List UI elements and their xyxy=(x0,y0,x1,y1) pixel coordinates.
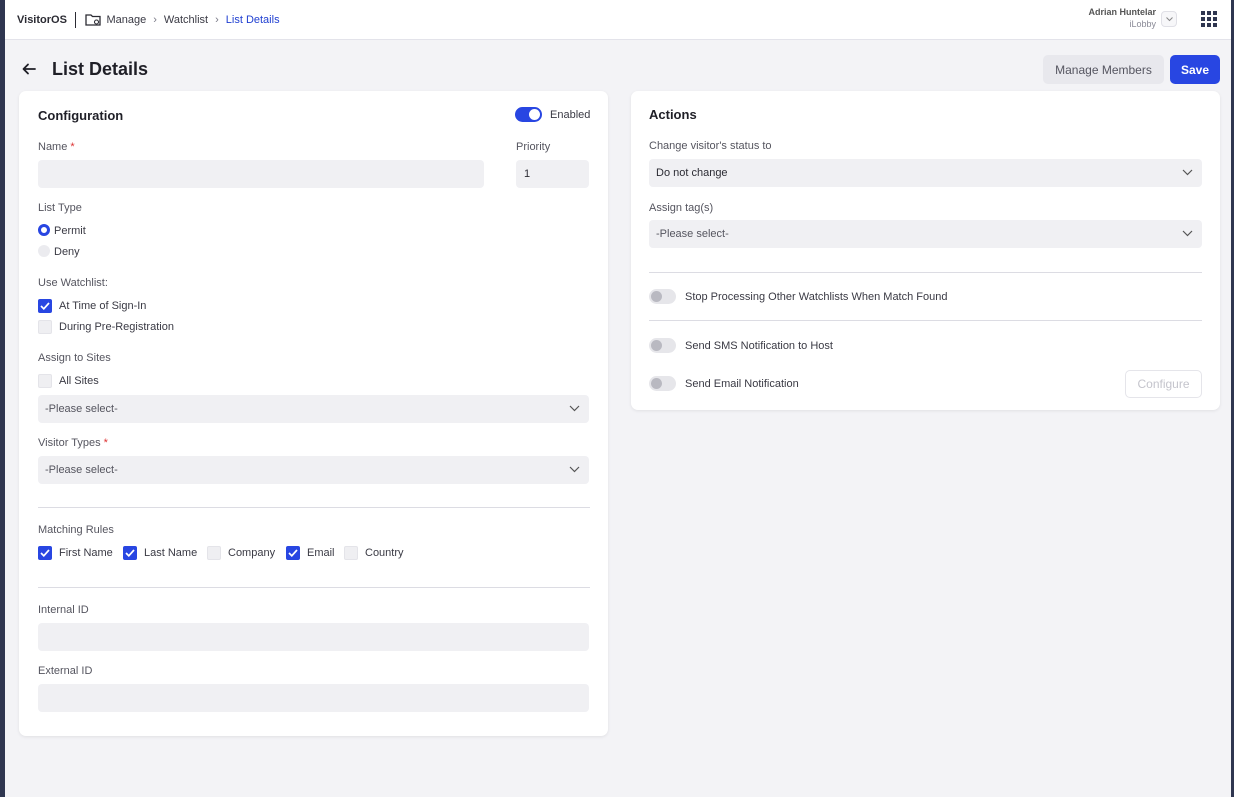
stop-processing-label: Stop Processing Other Watchlists When Ma… xyxy=(685,291,948,303)
company-checkbox[interactable] xyxy=(207,546,221,560)
check-icon xyxy=(40,302,50,310)
user-info[interactable]: Adrian Huntelar iLobby xyxy=(1088,7,1156,29)
visitor-types-select-value: -Please select- xyxy=(45,464,118,476)
breadcrumb-watchlist[interactable]: Watchlist xyxy=(164,14,208,26)
manage-members-button[interactable]: Manage Members xyxy=(1043,55,1164,84)
assign-sites-label: Assign to Sites xyxy=(38,352,111,364)
email-checkbox[interactable] xyxy=(286,546,300,560)
sites-select-value: -Please select- xyxy=(45,403,118,415)
external-id-label: External ID xyxy=(38,665,93,677)
chevron-down-icon xyxy=(569,405,580,412)
chevron-down-icon xyxy=(569,466,580,473)
enabled-label: Enabled xyxy=(550,109,591,121)
sms-notification-toggle[interactable] xyxy=(649,338,676,353)
pre-registration-label: During Pre-Registration xyxy=(59,321,174,333)
actions-title: Actions xyxy=(649,107,697,122)
sites-select[interactable]: -Please select- xyxy=(38,395,589,423)
change-status-select[interactable]: Do not change xyxy=(649,159,1202,187)
left-rail xyxy=(0,0,5,797)
last-name-label: Last Name xyxy=(144,547,198,559)
check-icon xyxy=(125,549,135,557)
save-button[interactable]: Save xyxy=(1170,55,1220,84)
folder-settings-icon xyxy=(85,13,102,26)
user-name: Adrian Huntelar xyxy=(1088,7,1156,17)
email-notification-label: Send Email Notification xyxy=(685,378,799,390)
breadcrumb-separator: › xyxy=(153,13,157,26)
all-sites-label: All Sites xyxy=(59,375,99,387)
top-bar: VisitorOS Manage › Watchlist › List Deta… xyxy=(5,0,1231,40)
name-label: Name * xyxy=(38,141,75,153)
configure-button[interactable]: Configure xyxy=(1125,370,1202,398)
internal-id-label: Internal ID xyxy=(38,604,89,616)
pre-registration-checkbox[interactable] xyxy=(38,320,52,334)
divider xyxy=(649,320,1202,321)
visitor-types-select[interactable]: -Please select- xyxy=(38,456,589,484)
brand-separator xyxy=(74,11,77,28)
internal-id-input[interactable] xyxy=(38,623,589,651)
use-watchlist-label: Use Watchlist: xyxy=(38,277,108,289)
list-type-label: List Type xyxy=(38,202,82,214)
permit-radio[interactable] xyxy=(38,224,50,236)
country-label: Country xyxy=(365,547,404,559)
deny-label: Deny xyxy=(54,246,80,258)
user-menu-button[interactable] xyxy=(1161,11,1177,27)
divider xyxy=(38,507,590,508)
brand-logo[interactable]: VisitorOS xyxy=(17,14,67,26)
apps-grid-icon[interactable] xyxy=(1201,11,1217,27)
first-name-checkbox[interactable] xyxy=(38,546,52,560)
assign-tags-label: Assign tag(s) xyxy=(649,202,714,214)
change-status-label: Change visitor's status to xyxy=(649,140,772,152)
email-label: Email xyxy=(307,547,335,559)
company-label: Company xyxy=(228,547,276,559)
all-sites-checkbox[interactable] xyxy=(38,374,52,388)
chevron-down-icon xyxy=(1166,17,1173,22)
sign-in-label: At Time of Sign-In xyxy=(59,300,147,312)
divider xyxy=(649,272,1202,273)
divider xyxy=(38,587,590,588)
change-status-value: Do not change xyxy=(656,167,728,179)
priority-label: Priority xyxy=(516,141,551,153)
configuration-card: Configuration Enabled Name * Priority Li… xyxy=(19,91,608,736)
sms-notification-label: Send SMS Notification to Host xyxy=(685,340,833,352)
enabled-toggle[interactable] xyxy=(515,107,542,122)
stop-processing-toggle[interactable] xyxy=(649,289,676,304)
matching-rules-label: Matching Rules xyxy=(38,524,114,536)
assign-tags-value: -Please select- xyxy=(656,228,729,240)
deny-radio[interactable] xyxy=(38,245,50,257)
configuration-title: Configuration xyxy=(38,108,124,123)
country-checkbox[interactable] xyxy=(344,546,358,560)
page-title: List Details xyxy=(52,59,149,79)
chevron-down-icon xyxy=(1182,169,1193,176)
check-icon xyxy=(288,549,298,557)
check-icon xyxy=(40,549,50,557)
permit-label: Permit xyxy=(54,225,86,237)
user-org: iLobby xyxy=(1129,19,1156,29)
arrow-left-icon[interactable] xyxy=(21,62,37,76)
external-id-input[interactable] xyxy=(38,684,589,712)
email-notification-toggle[interactable] xyxy=(649,376,676,391)
name-input[interactable] xyxy=(38,160,484,188)
assign-tags-select[interactable]: -Please select- xyxy=(649,220,1202,248)
last-name-checkbox[interactable] xyxy=(123,546,137,560)
breadcrumb-manage[interactable]: Manage xyxy=(106,14,146,26)
breadcrumb-separator: › xyxy=(215,13,219,26)
breadcrumb-list-details: List Details xyxy=(225,13,280,26)
actions-card: Actions Change visitor's status to Do no… xyxy=(631,91,1220,410)
visitor-types-label: Visitor Types * xyxy=(38,437,108,449)
first-name-label: First Name xyxy=(59,547,113,559)
chevron-down-icon xyxy=(1182,230,1193,237)
sign-in-checkbox[interactable] xyxy=(38,299,52,313)
priority-input[interactable] xyxy=(516,160,589,188)
